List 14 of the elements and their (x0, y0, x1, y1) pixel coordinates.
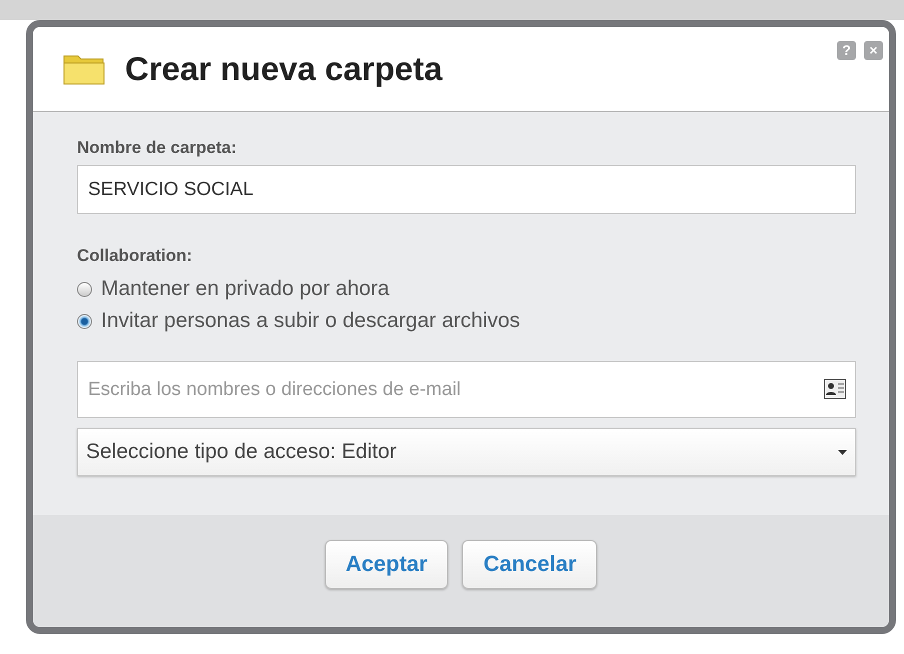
contact-card-icon[interactable] (824, 379, 846, 399)
radio-button[interactable] (77, 282, 92, 296)
collaboration-label: Collaboration: (77, 246, 194, 266)
folder-name-field[interactable]: SERVICIO SOCIAL (77, 165, 856, 214)
accept-button[interactable]: Aceptar (324, 540, 448, 588)
radio-label[interactable]: Mantener en privado por ahora (101, 277, 390, 301)
folder-name-label: Nombre de carpeta: (77, 138, 238, 158)
dialog-title: Crear nueva carpeta (125, 50, 442, 88)
radio-button[interactable] (77, 314, 92, 328)
radio-label[interactable]: Invitar personas a subir o descargar archivos (101, 309, 520, 333)
cancel-button[interactable]: Cancelar (462, 540, 598, 588)
caret-icon (838, 450, 847, 454)
invite-field[interactable]: Escriba los nombres o direcciones de e-mail (77, 361, 856, 418)
access-type-dropdown[interactable]: Seleccione tipo de acceso: Editor (77, 428, 856, 476)
